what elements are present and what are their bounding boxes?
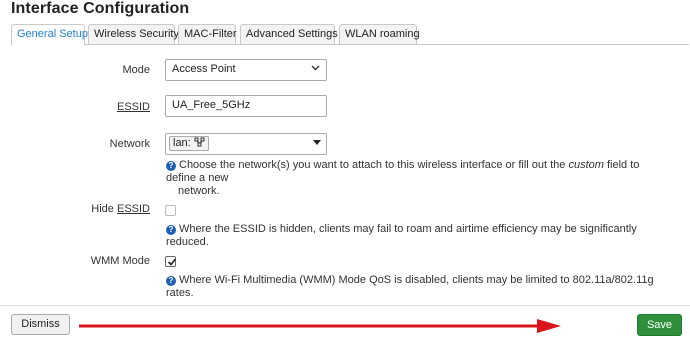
triangle-down-icon [313,138,321,148]
wmm-mode-checkbox[interactable] [165,254,177,270]
wmm-mode-help: ? Where Wi-Fi Multimedia (WMM) Mode QoS i… [166,274,676,300]
question-circle-icon: ? [166,161,176,171]
question-circle-icon: ? [166,276,176,286]
wmm-mode-label: WMM Mode [90,255,150,267]
network-help-line2: network. [178,185,220,197]
network-help-text-1: Choose the network(s) you want to attach… [179,159,569,171]
network-label: Network [109,138,150,150]
page-title: Interface Configuration [11,0,190,17]
mode-label: Mode [122,64,150,76]
essid-input-value: UA_Free_5GHz [172,99,251,111]
network-tag: lan: [169,136,209,151]
tab-advanced-settings[interactable]: Advanced Settings [240,24,338,45]
network-help-em: custom [568,159,604,171]
hide-essid-label-prefix: Hide [91,203,117,215]
dismiss-button[interactable]: Dismiss [11,314,70,335]
footer-divider [0,305,690,306]
essid-input[interactable]: UA_Free_5GHz [165,95,327,117]
tab-bar: General Setup Wireless Security MAC-Filt… [11,24,689,46]
essid-label: ESSID [116,101,150,113]
question-circle-icon: ? [166,225,176,235]
hide-essid-checkbox[interactable] [165,205,176,216]
network-select[interactable]: lan: [165,133,327,155]
hide-essid-label-underlined: ESSID [116,203,150,215]
tab-wlan-roaming[interactable]: WLAN roaming [339,24,420,45]
check-icon [167,254,177,270]
hide-essid-help-text: Where the ESSID is hidden, clients may f… [166,223,637,248]
network-help: ? Choose the network(s) you want to attac… [166,159,666,198]
tab-wireless-security[interactable]: Wireless Security [88,24,179,45]
tab-general-setup[interactable]: General Setup [11,24,88,46]
hide-essid-label: Hide ESSID [0,203,150,215]
wmm-mode-help-text: Where Wi-Fi Multimedia (WMM) Mode QoS is… [166,274,654,299]
network-tag-label: lan: [173,137,191,149]
chevron-down-icon [311,63,320,75]
annotation-arrow [79,319,561,333]
network-icon [194,137,205,149]
hide-essid-help: ? Where the ESSID is hidden, clients may … [166,223,676,249]
tab-mac-filter[interactable]: MAC-Filter [178,24,237,45]
mode-select[interactable]: Access Point [165,59,327,81]
save-button[interactable]: Save [637,314,682,336]
mode-select-value: Access Point [172,63,236,75]
